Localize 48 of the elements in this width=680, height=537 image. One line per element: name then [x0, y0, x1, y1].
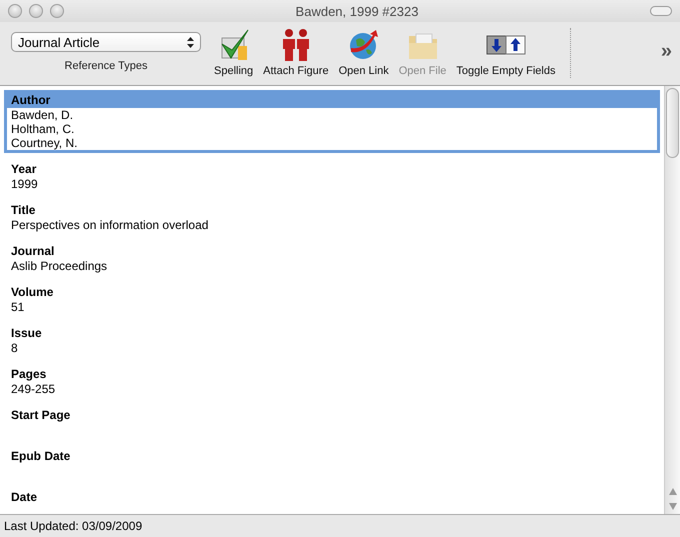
down-arrow-icon[interactable] [668, 503, 676, 510]
status-bar: Last Updated: 03/09/2009 [0, 514, 680, 537]
field[interactable]: Journal Aslib Proceedings [4, 241, 660, 276]
field-label: Journal [10, 244, 56, 259]
field-value: 249-255 [10, 382, 56, 396]
field-label: Year [10, 162, 38, 177]
field-value: Holtham, C. [10, 122, 76, 136]
field[interactable]: Title Perspectives on information overload [4, 200, 660, 235]
field-label: Issue [10, 326, 43, 341]
field-label: Epub Date [10, 449, 72, 464]
window-button[interactable] [29, 4, 43, 18]
scrollbar[interactable] [664, 86, 680, 514]
field[interactable]: Pages 249-255 [4, 364, 660, 399]
field-value: 51 [10, 300, 26, 314]
field-label: Pages [10, 367, 48, 382]
window-title: Bawden, 1999 #2323 [294, 4, 420, 18]
field[interactable]: Epub Date [4, 446, 660, 481]
window-button[interactable] [50, 4, 64, 18]
window-button[interactable] [8, 4, 22, 18]
toolbar-button[interactable]: Open Link [334, 28, 394, 77]
field-value: 8 [10, 341, 19, 355]
field-value: Perspectives on information overload [10, 218, 210, 232]
selected-field[interactable]: Author Bawden, D. Holtham, C. Courtney, N. [4, 90, 660, 153]
reference-type-dropdown[interactable]: Journal Article [11, 32, 201, 52]
field[interactable]: Year 1999 [4, 159, 660, 194]
field[interactable]: Issue 8 [4, 323, 660, 358]
field[interactable]: Volume 51 [4, 282, 660, 317]
toolbar-overflow-button[interactable]: » [660, 40, 672, 63]
field-label: Author [7, 93, 657, 108]
field-label: Start Page [10, 408, 72, 423]
field-label: Volume [10, 285, 54, 300]
toolbar-toggle-button[interactable] [650, 6, 672, 16]
reference-types-label: Reference Types [64, 60, 148, 72]
field[interactable]: Start Page [4, 405, 660, 440]
toolbar-button[interactable]: Toggle Empty Fields [451, 28, 560, 77]
scrollbar-thumb[interactable] [666, 88, 679, 158]
field-label: Date [10, 490, 38, 505]
field-label: Title [10, 203, 36, 218]
field-value: Aslib Proceedings [10, 259, 108, 273]
up-arrow-icon[interactable] [668, 488, 676, 495]
toolbar-button[interactable]: Spelling [209, 28, 258, 77]
field[interactable]: Date [4, 487, 660, 508]
globe-icon [348, 28, 380, 62]
stepper-arrows-icon [187, 36, 194, 48]
field-value: Courtney, N. [10, 136, 78, 150]
toolbar-button[interactable]: Attach Figure [258, 28, 334, 77]
field-value: Bawden, D. [10, 108, 74, 122]
field-value: 1999 [10, 177, 39, 191]
